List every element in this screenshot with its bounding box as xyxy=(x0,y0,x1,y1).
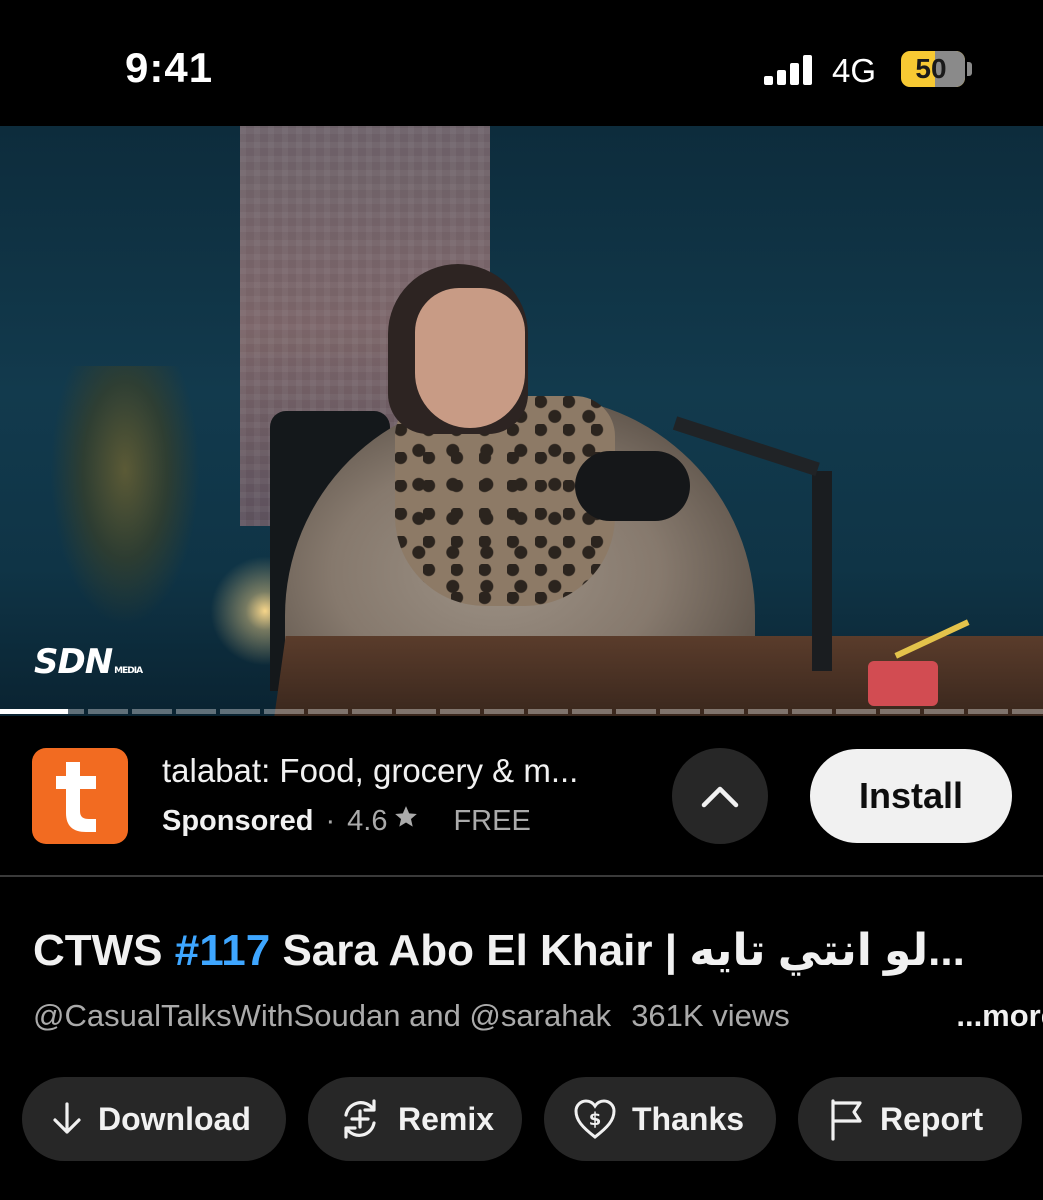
more-button[interactable]: ...more xyxy=(893,998,1043,1034)
battery-tip xyxy=(967,62,972,76)
video-mic-pole xyxy=(812,471,832,671)
star-icon xyxy=(393,804,419,838)
ad-title[interactable]: talabat: Food, grocery & m... xyxy=(162,752,578,790)
video-plant xyxy=(50,366,200,626)
remix-button[interactable]: Remix xyxy=(308,1077,522,1161)
report-button[interactable]: Report xyxy=(798,1077,1022,1161)
video-progress-fill xyxy=(0,709,68,714)
remix-icon xyxy=(344,1099,376,1139)
flag-icon xyxy=(831,1099,862,1141)
chevron-up-icon xyxy=(701,786,739,808)
remix-label: Remix xyxy=(398,1100,495,1137)
video-face xyxy=(415,288,525,428)
ad-meta: Sponsored · 4.6 FREE xyxy=(162,804,531,838)
video-progress-track[interactable] xyxy=(0,709,1043,714)
video-player[interactable]: SDN MEDIA xyxy=(0,126,1043,716)
download-label: Download xyxy=(98,1100,251,1137)
channel-watermark: SDN MEDIA xyxy=(34,642,143,682)
svg-text:$: $ xyxy=(589,1109,602,1130)
title-hashtag[interactable]: #117 xyxy=(175,926,270,975)
talabat-t-logo-icon xyxy=(56,762,96,832)
ad-price: FREE xyxy=(453,804,531,837)
collapse-ad-button[interactable] xyxy=(672,748,768,844)
sponsored-label: Sponsored xyxy=(162,804,314,837)
download-icon xyxy=(53,1102,81,1134)
network-type: 4G xyxy=(832,52,877,89)
report-label: Report xyxy=(880,1100,984,1137)
battery-level: 50 xyxy=(915,53,947,84)
status-bar: 9:41 4G 50 xyxy=(0,0,1043,126)
video-cup xyxy=(868,661,938,706)
talabat-app-icon[interactable] xyxy=(32,748,128,844)
status-time: 9:41 xyxy=(125,44,214,91)
ad-rating: 4.6 xyxy=(347,804,388,837)
channel-names[interactable]: @CasualTalksWithSoudan and @sarahak xyxy=(33,998,611,1033)
battery-icon: 50 xyxy=(901,51,965,87)
thanks-icon: $ xyxy=(574,1099,616,1139)
view-count: 361K views xyxy=(631,998,790,1033)
install-button[interactable]: Install xyxy=(810,749,1012,843)
meta-separator: · xyxy=(325,804,336,837)
download-button[interactable]: Download xyxy=(22,1077,286,1161)
thanks-label: Thanks xyxy=(632,1100,745,1137)
thanks-button[interactable]: $ Thanks xyxy=(544,1077,776,1161)
title-rest: Sara Abo El Khair | لو انتي تايه... xyxy=(270,926,965,975)
video-microphone xyxy=(575,451,690,521)
video-title[interactable]: CTWS #117 Sara Abo El Khair | لو انتي تا… xyxy=(33,925,965,976)
signal-icon xyxy=(764,55,816,85)
channel-line[interactable]: @CasualTalksWithSoudan and @sarahak 361K … xyxy=(33,998,1043,1034)
divider xyxy=(0,875,1043,877)
title-prefix: CTWS xyxy=(33,926,175,975)
